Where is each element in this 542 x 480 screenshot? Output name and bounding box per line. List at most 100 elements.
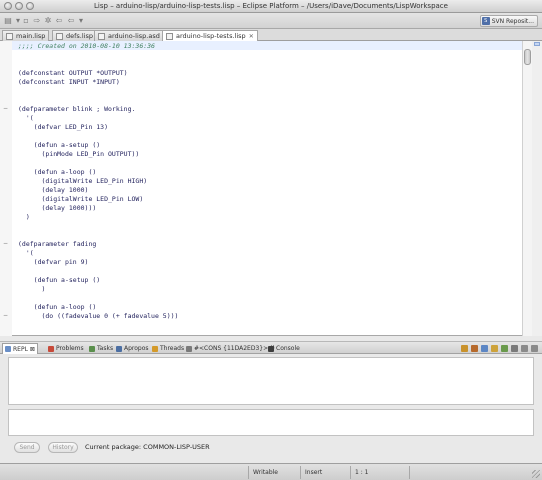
editor-tab-label: arduino-lisp-tests.lisp (176, 32, 246, 40)
editor-tab[interactable]: defs.lisp (52, 30, 97, 41)
link-icon[interactable] (481, 345, 488, 352)
status-cursor-position: 1 : 1 (350, 466, 410, 479)
forward-icon[interactable]: ⇨ (32, 16, 42, 26)
maximize-icon[interactable] (531, 345, 538, 352)
dropdown-icon[interactable]: ▾ (76, 16, 86, 26)
status-insert-mode: Insert (300, 466, 350, 479)
fold-toggle-icon[interactable]: − (3, 106, 9, 112)
close-view-icon[interactable]: ⊠ (30, 346, 35, 353)
view-tab[interactable]: Console (266, 343, 302, 354)
fold-toggle-icon[interactable]: − (3, 313, 9, 319)
view-tab-label: Tasks (97, 345, 114, 352)
main-toolbar: ▤ ▾ ▫ ⇨ ✲ ⇦ ⇦ ▾ S SVN Reposit... (0, 13, 542, 29)
code-line[interactable]: (defun a-setup () (18, 141, 101, 150)
code-line[interactable]: (defun a-loop () (18, 303, 97, 312)
code-line[interactable]: (defvar pin 9) (18, 258, 89, 267)
pin-icon[interactable] (471, 345, 478, 352)
view-tab-label: Console (276, 345, 300, 352)
zoom-window-icon[interactable] (26, 2, 34, 10)
settings-icon[interactable]: ✲ (43, 16, 53, 26)
editor-tab-label: arduino-lisp.asd (108, 32, 160, 40)
svn-icon: S (481, 17, 490, 25)
lisp-file-icon (56, 32, 63, 40)
lock-icon[interactable] (491, 345, 498, 352)
overview-mark[interactable] (534, 42, 540, 46)
editor-tab[interactable]: main.lisp (2, 30, 50, 41)
code-line[interactable]: (do ((fadevalue 0 (+ fadevalue 5))) (18, 312, 178, 321)
code-line[interactable]: ;;;; Created on 2010-08-10 13:36:36 (18, 42, 155, 51)
view-toolbar (461, 345, 538, 352)
editor-tab[interactable]: arduino-lisp.asd (94, 30, 164, 41)
fold-toggle-icon[interactable]: − (3, 241, 9, 247)
status-bar: Writable Insert 1 : 1 (0, 463, 542, 480)
code-editor[interactable]: − − − ;;;; Created on 2010-08-10 13:36:36 (… (0, 41, 542, 336)
editor-ruler: − − − (0, 41, 12, 336)
history-button[interactable]: History (48, 442, 78, 453)
code-line[interactable]: (defconstant INPUT *INPUT) (18, 78, 120, 87)
view-tab-label: Threads (160, 345, 185, 352)
view-tab-icon (48, 345, 54, 352)
window-titlebar: Lisp – arduino-lisp/arduino-lisp-tests.l… (0, 0, 542, 13)
view-tab-label: Apropos (124, 345, 149, 352)
new-file-icon[interactable]: ▤ (3, 16, 13, 26)
view-tab-icon (152, 345, 158, 352)
overview-ruler (532, 41, 542, 336)
menu-icon[interactable] (511, 345, 518, 352)
code-line[interactable]: '( (18, 249, 34, 258)
editor-tab-label: defs.lisp (66, 32, 93, 40)
view-tab[interactable]: Apropos (114, 343, 151, 354)
view-tab[interactable]: Tasks (87, 343, 115, 354)
code-line[interactable]: (defconstant OUTPUT *OUTPUT) (18, 69, 128, 78)
minimize-icon[interactable] (521, 345, 528, 352)
svn-repository-perspective-button[interactable]: S SVN Reposit... (479, 15, 538, 27)
view-tab-label: REPL (13, 345, 28, 353)
window-controls (4, 2, 34, 10)
code-area[interactable]: ;;;; Created on 2010-08-10 13:36:36 (defc… (12, 41, 522, 336)
current-package-label: Current package: COMMON-LISP-USER (85, 443, 210, 451)
view-tab-icon (5, 346, 11, 352)
code-line[interactable]: (digitalWrite LED_Pin HIGH) (18, 177, 147, 186)
view-tab[interactable]: REPL ⊠ (2, 343, 38, 354)
code-line[interactable]: ) (18, 213, 30, 222)
view-tab[interactable]: Threads (150, 343, 186, 354)
code-line[interactable]: (pinMode LED_Pin OUTPUT)) (18, 150, 139, 159)
view-tab-label: Problems (56, 345, 84, 352)
back-icon[interactable]: ⇦ (66, 16, 76, 26)
code-line[interactable]: (defun a-loop () (18, 168, 97, 177)
send-button[interactable]: Send (14, 442, 40, 453)
minimize-window-icon[interactable] (15, 2, 23, 10)
clear-icon[interactable] (461, 345, 468, 352)
code-line[interactable]: '( (18, 114, 34, 123)
status-writable: Writable (248, 466, 300, 479)
code-line[interactable]: (defparameter fading (18, 240, 96, 249)
close-window-icon[interactable] (4, 2, 12, 10)
editor-vertical-scrollbar[interactable] (522, 41, 532, 336)
code-line[interactable]: (defparameter blink ; Working. (18, 105, 135, 114)
editor-tabbar: main.lisp defs.lisp arduino-lisp.asd arduin… (0, 29, 542, 41)
code-line[interactable]: (delay 1000))) (18, 204, 96, 213)
code-line[interactable]: ) (18, 285, 45, 294)
view-tab-icon (268, 345, 274, 352)
view-tab[interactable]: #<CONS {11DA2ED3}> () (184, 343, 277, 354)
editor-tab[interactable]: arduino-lisp-tests.lisp ✕ (162, 30, 258, 41)
save-icon[interactable]: ▫ (21, 16, 31, 26)
code-line[interactable]: (defun a-setup () (18, 276, 101, 285)
code-line[interactable]: (digitalWrite LED_Pin LOW) (18, 195, 143, 204)
code-line[interactable]: (delay 1000) (18, 186, 88, 195)
editor-tab-label: main.lisp (16, 32, 46, 40)
view-tab-icon (186, 345, 192, 352)
scrollbar-thumb[interactable] (524, 49, 531, 65)
view-tab-label: #<CONS {11DA2ED3}> () (194, 345, 275, 352)
open-icon[interactable]: ⇦ (54, 16, 64, 26)
close-tab-icon[interactable]: ✕ (249, 33, 254, 40)
repl-input[interactable] (8, 409, 534, 436)
view-tab[interactable]: Problems (46, 343, 86, 354)
resize-grip-icon[interactable] (532, 470, 540, 478)
window-title: Lisp – arduino-lisp/arduino-lisp-tests.l… (94, 2, 448, 10)
lisp-file-icon (6, 32, 13, 40)
svn-label: SVN Reposit... (491, 17, 534, 25)
view-tab-icon (89, 345, 95, 352)
repl-output[interactable] (8, 357, 534, 405)
code-line[interactable]: (defvar LED_Pin 13) (18, 123, 108, 132)
open-console-icon[interactable] (501, 345, 508, 352)
